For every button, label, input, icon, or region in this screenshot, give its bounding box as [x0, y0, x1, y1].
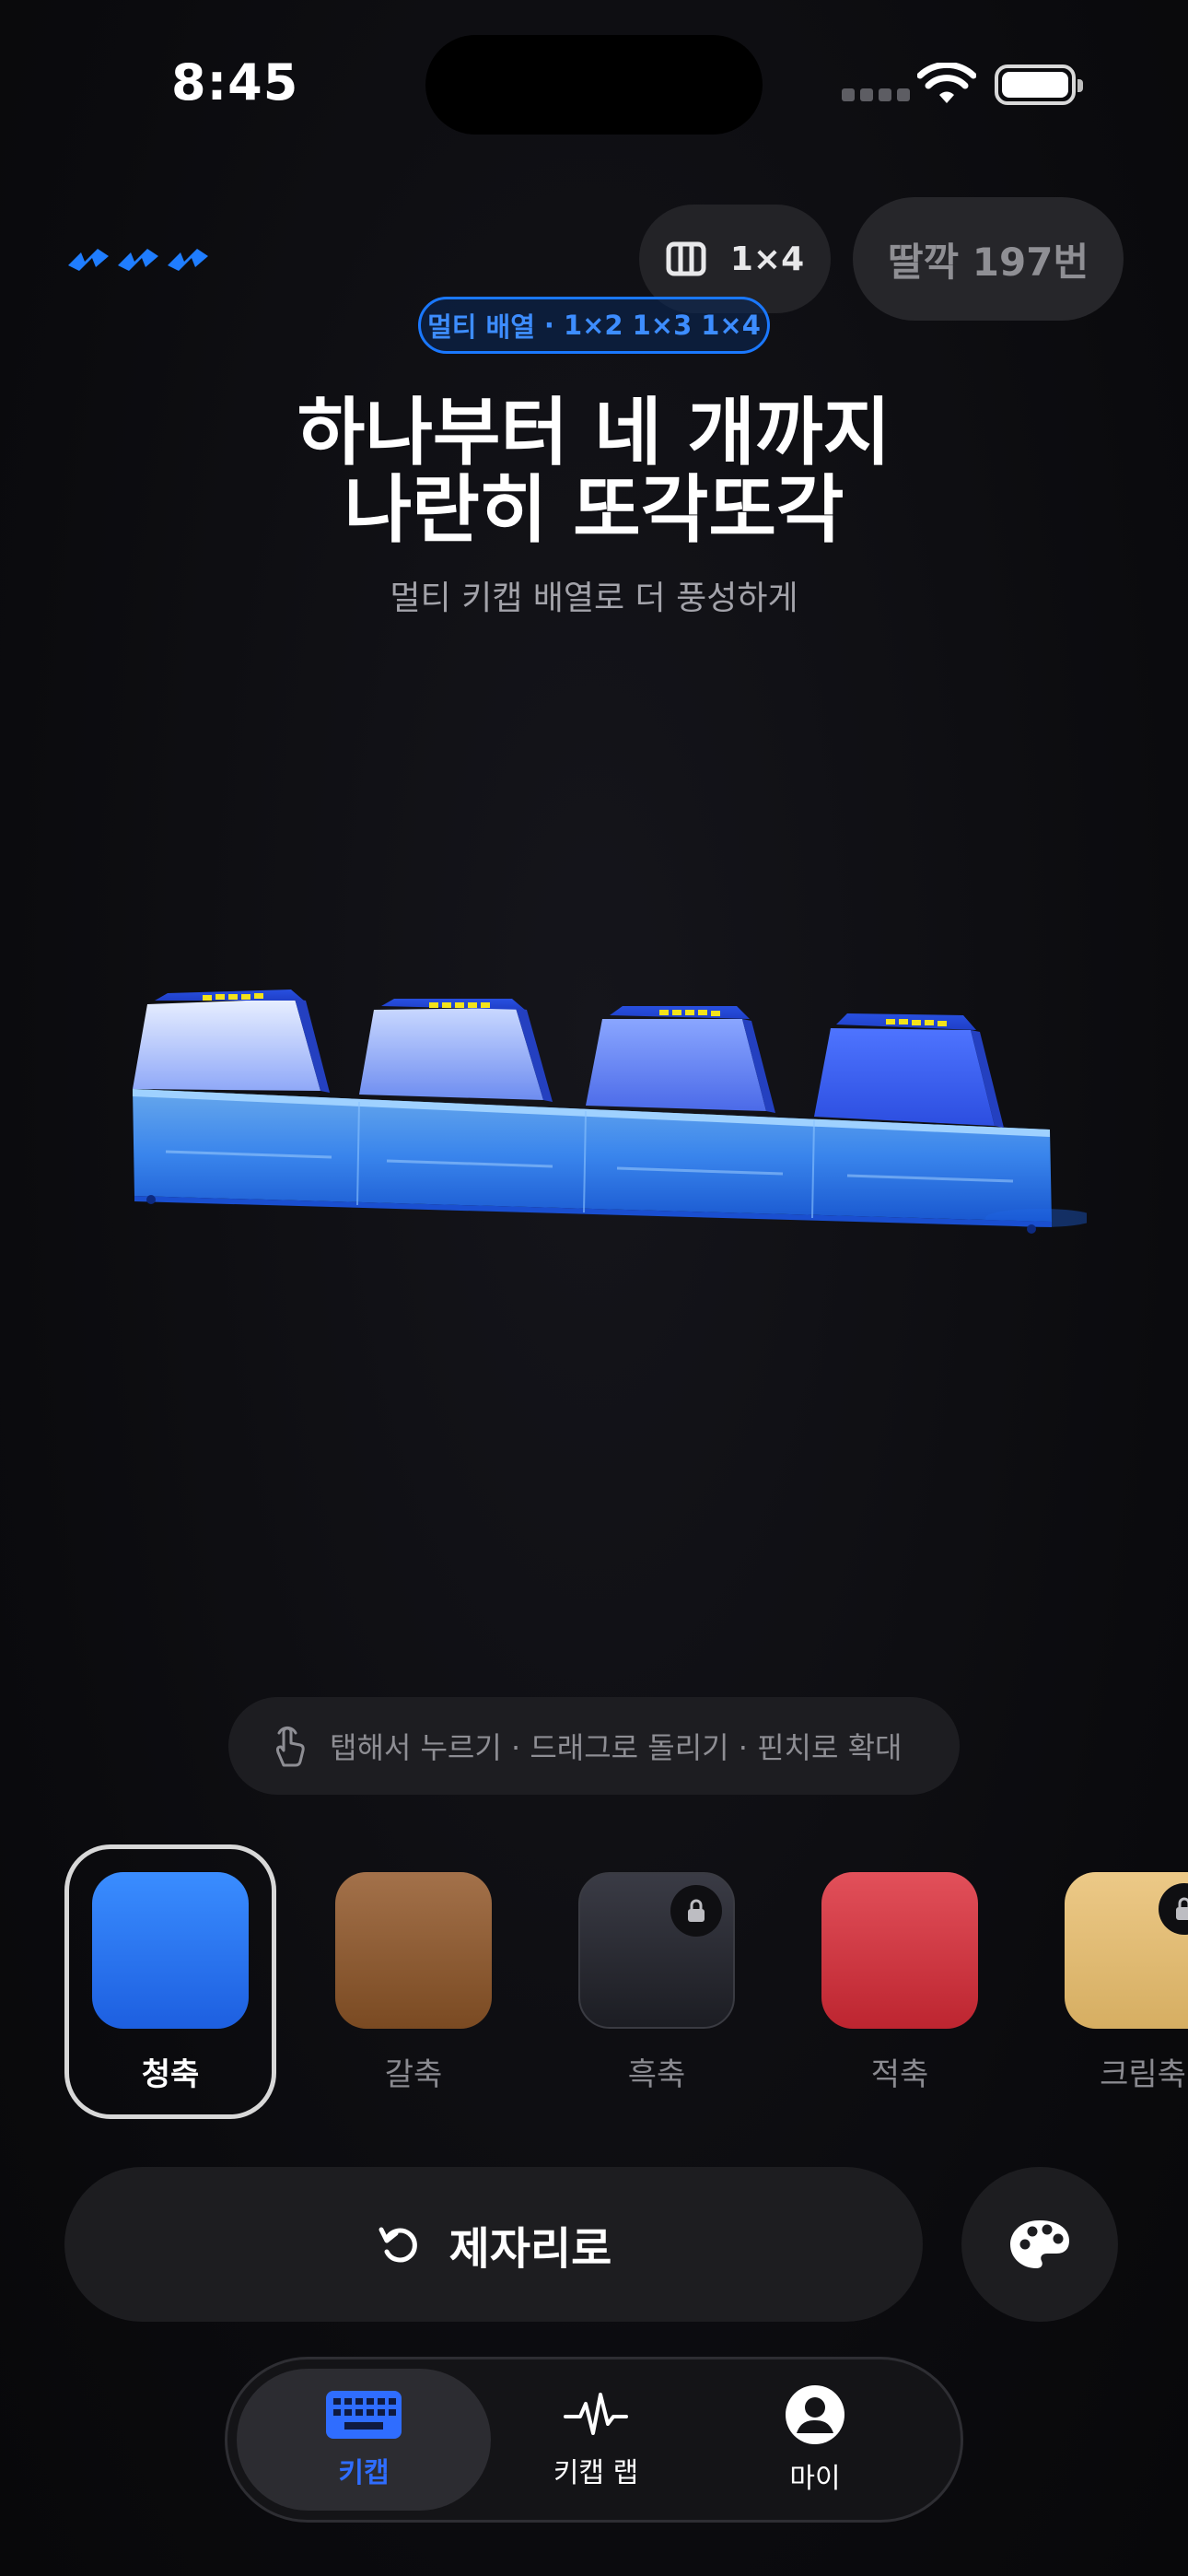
columns-icon	[666, 241, 706, 276]
tab-keycap-lab[interactable]: 키캡 랩	[469, 2369, 723, 2511]
switch-option-brown[interactable]: 갈축	[308, 1844, 519, 2119]
switch-swatch	[92, 1872, 249, 2029]
switch-name: 청축	[141, 2056, 200, 2093]
switch-option-blue[interactable]: 청축	[64, 1844, 276, 2119]
cellular-signal-icon	[842, 88, 910, 101]
gesture-hint-text: 탭해서 누르기 · 드래그로 돌리기 · 핀치로 확대	[330, 1730, 903, 1765]
switch-name: 크림축	[1100, 2056, 1186, 2093]
badge-option: 1×3	[632, 310, 693, 341]
layout-label: 1×4	[729, 240, 805, 278]
lock-icon	[670, 1885, 722, 1937]
switch-name: 적축	[870, 2056, 929, 2093]
tab-keycap[interactable]: 키캡	[237, 2369, 491, 2511]
badge-separator: ·	[543, 310, 554, 341]
rotate-ccw-icon	[379, 2227, 417, 2263]
switch-name: 흑축	[627, 2056, 686, 2093]
battery-icon	[995, 64, 1083, 105]
tab-label: 마이	[789, 2463, 841, 2495]
keyboard-icon	[326, 2391, 402, 2439]
switch-option-black[interactable]: 흑축	[551, 1844, 763, 2119]
dynamic-island	[425, 35, 763, 135]
switch-swatch	[335, 1872, 492, 2029]
tab-bar: 키캡 키캡 랩 마이	[225, 2357, 963, 2523]
hand-tap-icon	[275, 1726, 305, 1767]
switch-option-cream[interactable]: 크림축	[1037, 1844, 1188, 2119]
tab-label: 키캡 랩	[553, 2457, 639, 2489]
keycap-model[interactable]	[111, 967, 1087, 1262]
switch-swatch	[821, 1872, 978, 2029]
reset-label: 제자리로	[448, 2223, 612, 2275]
lock-icon	[1159, 1883, 1188, 1935]
switch-option-red[interactable]: 적축	[794, 1844, 1006, 2119]
tab-my[interactable]: 마이	[688, 2369, 942, 2511]
multi-layout-badge: 멀티 배열 · 1×2 1×3 1×4	[418, 297, 770, 354]
gesture-hint: 탭해서 누르기 · 드래그로 돌리기 · 핀치로 확대	[228, 1697, 960, 1795]
tab-label: 키캡	[338, 2457, 390, 2489]
palette-icon	[1010, 2220, 1069, 2268]
switch-swatch	[1065, 1872, 1188, 2029]
heartbeat-icon	[564, 2393, 628, 2435]
palette-button[interactable]	[961, 2167, 1118, 2322]
reset-button[interactable]: 제자리로	[64, 2167, 923, 2322]
hero-subtitle: 멀티 키캡 배열로 더 풍성하게	[390, 580, 798, 617]
switch-swatch	[578, 1872, 735, 2029]
wifi-icon	[917, 63, 976, 103]
badge-option: 1×2	[563, 310, 623, 341]
app-logo-icon	[66, 245, 210, 273]
click-count-button[interactable]: 딸깍 197번	[853, 197, 1124, 321]
badge-option: 1×4	[701, 310, 761, 341]
person-icon	[786, 2385, 844, 2444]
status-time: 8:45	[171, 53, 299, 111]
app-screen: 8:45 1×4 딸깍 197번 멀티 배열 · 1×2 1×3 1×4 하나부…	[0, 0, 1188, 2576]
hero-title-line2: 나란히 또각또각	[344, 467, 844, 553]
switch-name: 갈축	[384, 2056, 443, 2093]
hero-title-line1: 하나부터 네 개까지	[297, 390, 891, 475]
badge-label: 멀티 배열	[427, 311, 535, 343]
